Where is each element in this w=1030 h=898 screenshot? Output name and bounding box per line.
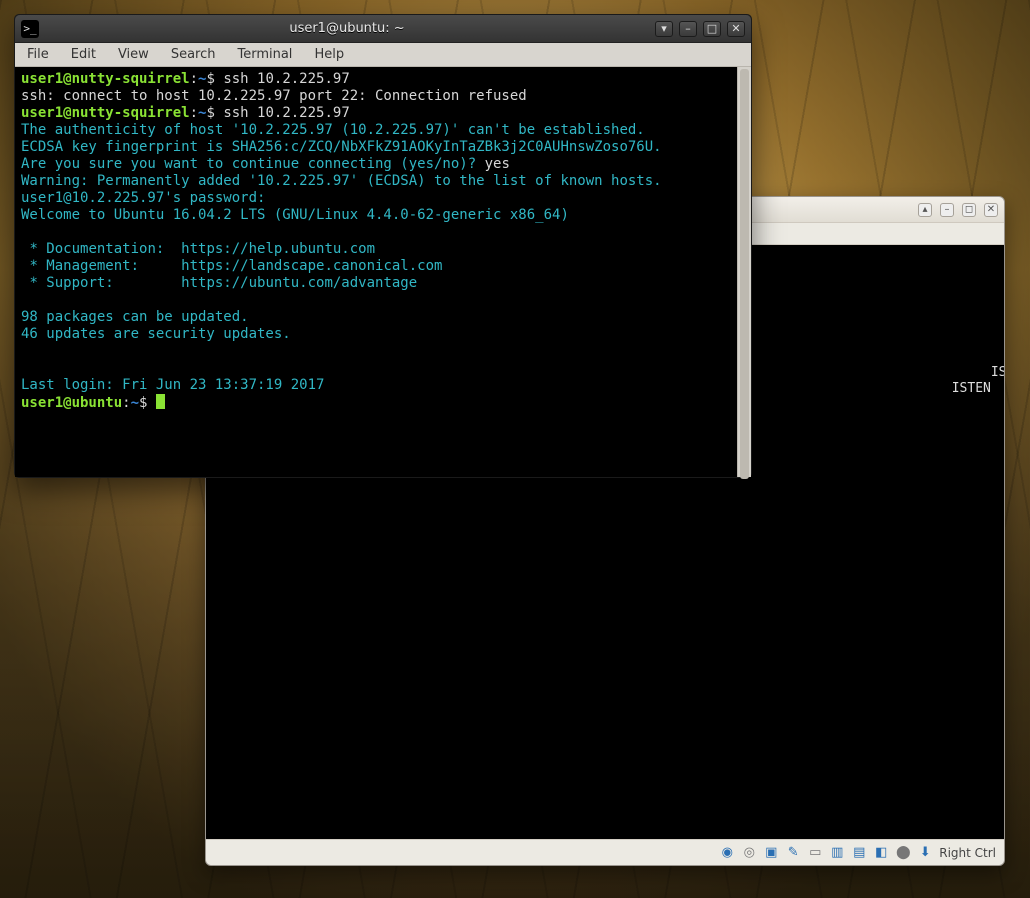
host-key-label: Right Ctrl: [939, 846, 996, 860]
network-icon[interactable]: ✎: [785, 845, 801, 861]
prompt-user: user1@nutty-squirrel: [21, 71, 190, 87]
output-line: * Support: https://ubuntu.com/advantage: [21, 275, 417, 291]
display-icon[interactable]: ▤: [851, 845, 867, 861]
vbox-pin-button[interactable]: ▴: [918, 203, 932, 217]
hard-disk-icon[interactable]: ◉: [719, 845, 735, 861]
optical-disk-icon[interactable]: ◎: [741, 845, 757, 861]
features-icon[interactable]: ⬤: [895, 845, 911, 861]
vbox-minimize-button[interactable]: –: [940, 203, 954, 217]
shared-folders-icon[interactable]: ▥: [829, 845, 845, 861]
command: ssh 10.2.225.97: [223, 105, 349, 121]
terminal-app-icon: >_: [21, 20, 39, 38]
output-line: ssh: connect to host 10.2.225.97 port 22…: [21, 88, 527, 104]
output-line: Welcome to Ubuntu 16.04.2 LTS (GNU/Linux…: [21, 207, 569, 223]
audio-icon[interactable]: ▣: [763, 845, 779, 861]
mouse-integration-icon[interactable]: ⬇: [917, 845, 933, 861]
terminal-title: user1@ubuntu: ~: [45, 21, 649, 36]
terminal-maximize-button[interactable]: □: [703, 21, 721, 37]
output-line: Last login: Fri Jun 23 13:37:19 2017: [21, 377, 324, 393]
output-line: ECDSA key fingerprint is SHA256:c/ZCQ/Nb…: [21, 139, 662, 155]
prompt-user: user1@ubuntu: [21, 395, 122, 411]
vbox-statusbar: ◉ ◎ ▣ ✎ ▭ ▥ ▤ ◧ ⬤ ⬇ Right Ctrl: [206, 839, 1004, 865]
prompt-path: ~: [131, 395, 139, 411]
output-line: Are you sure you want to continue connec…: [21, 156, 485, 172]
terminal-minimize-button[interactable]: –: [679, 21, 697, 37]
output-line: * Documentation: https://help.ubuntu.com: [21, 241, 375, 257]
output-line: Warning: Permanently added '10.2.225.97'…: [21, 173, 662, 189]
usb-icon[interactable]: ▭: [807, 845, 823, 861]
terminal-titlebar[interactable]: >_ user1@ubuntu: ~ ▾ – □ ✕: [15, 15, 751, 43]
output-line: 98 packages can be updated.: [21, 309, 249, 325]
command: ssh 10.2.225.97: [223, 71, 349, 87]
output-line: The authenticity of host '10.2.225.97 (1…: [21, 122, 645, 138]
terminal-body: user1@nutty-squirrel:~$ ssh 10.2.225.97 …: [15, 67, 751, 477]
terminal-text[interactable]: user1@nutty-squirrel:~$ ssh 10.2.225.97 …: [15, 67, 737, 477]
terminal-menu-edit[interactable]: Edit: [71, 47, 96, 62]
scrollbar-thumb[interactable]: [740, 69, 749, 479]
cursor-icon: [156, 394, 165, 409]
terminal-pin-button[interactable]: ▾: [655, 21, 673, 37]
terminal-close-button[interactable]: ✕: [727, 21, 745, 37]
terminal-menu-help[interactable]: Help: [314, 47, 344, 62]
terminal-menu-view[interactable]: View: [118, 47, 149, 62]
terminal-window: >_ user1@ubuntu: ~ ▾ – □ ✕ File Edit Vie…: [14, 14, 752, 478]
terminal-menu-file[interactable]: File: [27, 47, 49, 62]
vbox-close-button[interactable]: ✕: [984, 203, 998, 217]
vbox-maximize-button[interactable]: ◻: [962, 203, 976, 217]
user-input: yes: [485, 156, 510, 172]
video-capture-icon[interactable]: ◧: [873, 845, 889, 861]
terminal-menu: File Edit View Search Terminal Help: [15, 43, 751, 67]
output-line: * Management: https://landscape.canonica…: [21, 258, 442, 274]
terminal-menu-search[interactable]: Search: [171, 47, 216, 62]
prompt-user: user1@nutty-squirrel: [21, 105, 190, 121]
output-line: 46 updates are security updates.: [21, 326, 291, 342]
output-line: user1@10.2.225.97's password:: [21, 190, 265, 206]
terminal-scrollbar[interactable]: [737, 67, 751, 477]
terminal-menu-terminal[interactable]: Terminal: [237, 47, 292, 62]
